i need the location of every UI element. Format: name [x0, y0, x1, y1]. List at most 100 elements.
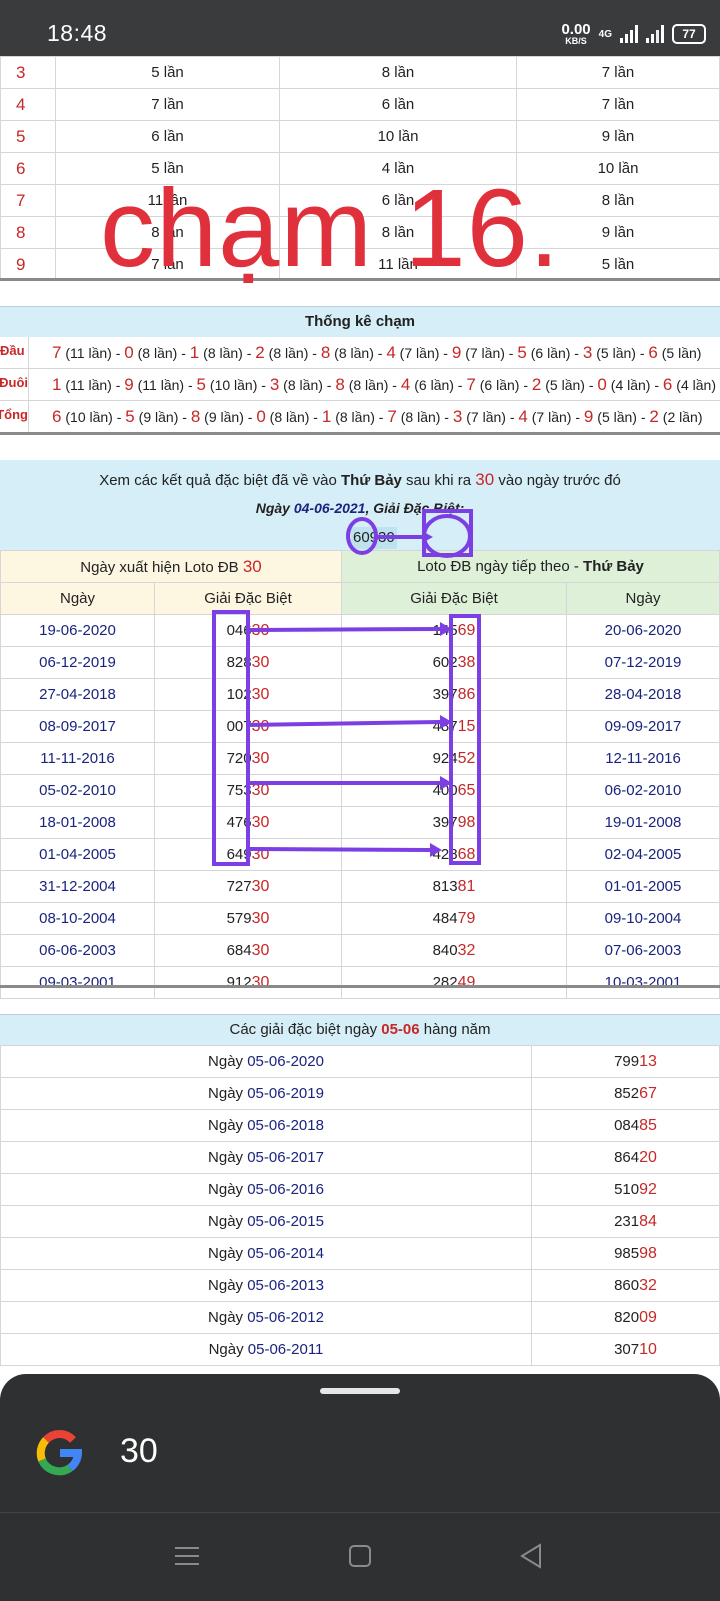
row-number: 6 — [0, 152, 56, 185]
right-group-header: Loto ĐB ngày tiếp theo - Thứ Bảy — [341, 550, 720, 583]
touch-count: 7 — [470, 409, 479, 425]
touch-digit: 4 — [386, 343, 396, 362]
signal-icon — [646, 25, 664, 43]
yearly-date: Ngày 05-06-2016 — [0, 1173, 532, 1206]
touch-digit: 4 — [400, 375, 411, 394]
count-cell: 7 lần — [516, 56, 720, 89]
column-header-date: Ngày — [566, 582, 720, 615]
touch-count: 8 — [353, 377, 362, 393]
touch-count: 7 — [536, 409, 545, 425]
back-icon[interactable] — [516, 1541, 546, 1571]
appear-date: 08-09-2017 — [0, 710, 155, 743]
search-query-text[interactable]: 30 — [120, 1432, 158, 1471]
next-date: 28-04-2018 — [566, 678, 720, 711]
web-page[interactable]: 35 lần 8 lần 7 lần 4 7 lần 6 lần 7 lần 5 6 lần 10… — [0, 56, 720, 1376]
appear-date: 31-12-2004 — [0, 870, 155, 903]
yearly-prize: 98598 — [531, 1237, 720, 1270]
touch-count: 8 — [274, 409, 283, 425]
next-date: 07-06-2003 — [566, 934, 720, 967]
next-prize: 14569 — [341, 614, 567, 647]
next-date: 01-01-2005 — [566, 870, 720, 903]
touch-count: 11 — [70, 377, 85, 393]
touch-digit: 8 — [320, 343, 331, 362]
count-cell: 6 lần — [55, 120, 280, 153]
row-number: 7 — [0, 184, 56, 217]
touch-digit: 0 — [597, 375, 607, 394]
appear-prize: 47630 — [154, 806, 342, 839]
status-bar: 18:48 0.00 KB/S 4G 77 — [0, 0, 720, 56]
touch-digit: 2 — [531, 375, 542, 394]
next-prize: 84032 — [341, 934, 567, 967]
home-icon[interactable] — [345, 1541, 375, 1571]
column-header-prize: Giải Đặc Biệt — [154, 582, 342, 615]
appear-prize: 57930 — [154, 902, 342, 935]
yearly-row: Ngày 05-06-2013 86032 — [0, 1269, 720, 1302]
next-prize: 42868 — [341, 838, 567, 871]
touch-count: 8 — [142, 345, 151, 361]
yearly-date: Ngày 05-06-2011 — [0, 1333, 532, 1366]
column-header-prize: Giải Đặc Biệt — [341, 582, 567, 615]
network-speed-value: 0.00 — [561, 21, 591, 38]
column-header-date: Ngày — [0, 582, 155, 615]
touch-digit: 0 — [124, 343, 134, 362]
appear-date: 11-11-2016 — [0, 742, 155, 775]
touch-stats-row: Tổng6 (10 lần) - 5 (9 lần) - 8 (9 lần) -… — [0, 401, 720, 433]
appear-date: 08-10-2004 — [0, 902, 155, 935]
appear-date: 06-12-2019 — [0, 646, 155, 679]
touch-count: 8 — [405, 409, 414, 425]
touch-count: 7 — [469, 345, 478, 361]
count-table-row: 56 lần 10 lần 9 lần — [0, 120, 720, 153]
yearly-row: Ngày 05-06-2016 51092 — [0, 1173, 720, 1206]
yearly-row: Ngày 05-06-2017 86420 — [0, 1141, 720, 1174]
row-number: 8 — [0, 216, 56, 249]
touch-stats-values: 1 (11 lần) - 9 (11 lần) - 5 (10 lần) - 3… — [52, 375, 716, 394]
result-row: 06-12-2019 82830 60238 07-12-2019 — [0, 646, 720, 679]
appear-date: 18-01-2008 — [0, 806, 155, 839]
touch-digit: 5 — [517, 343, 527, 362]
search-bottom-sheet[interactable]: 30 — [0, 1374, 720, 1512]
touch-digit: 7 — [387, 407, 397, 426]
touch-stats-row: Đuôi 1 (11 lần) - 9 (11 lần) - 5 (10 lần)… — [0, 369, 720, 401]
touch-count: 5 — [601, 409, 610, 425]
google-icon — [36, 1430, 82, 1476]
status-time: 18:48 — [47, 20, 108, 46]
next-date: 09-10-2004 — [566, 902, 720, 935]
touch-digit: 4 — [518, 407, 528, 426]
next-results-table: Ngày xuất hiện Loto ĐB 30 Loto ĐB ngày t… — [0, 550, 720, 999]
yearly-row: Ngày 05-06-2014 98598 — [0, 1237, 720, 1270]
special-prize-value: 60930 — [351, 527, 397, 549]
yearly-row: Ngày 05-06-2012 82009 — [0, 1301, 720, 1334]
touch-count: 4 — [615, 377, 624, 393]
recent-apps-icon[interactable] — [172, 1541, 202, 1571]
touch-count: 6 — [418, 377, 427, 393]
touch-digit: 8 — [190, 407, 201, 426]
next-prize: 60238 — [341, 646, 567, 679]
appear-date: 05-02-2010 — [0, 774, 155, 807]
yearly-prize: 82009 — [531, 1301, 720, 1334]
appear-prize: 82830 — [154, 646, 342, 679]
next-date: 02-04-2005 — [566, 838, 720, 871]
touch-digit: 9 — [583, 407, 594, 426]
signal-icon — [620, 25, 638, 43]
next-prize: 28249 — [341, 966, 567, 999]
result-row: 31-12-2004 72730 81381 01-01-2005 — [0, 870, 720, 903]
touch-count: 8 — [287, 377, 296, 393]
touch-digit: 6 — [648, 343, 658, 362]
row-number: 5 — [0, 120, 56, 153]
next-date: 09-09-2017 — [566, 710, 720, 743]
yearly-prize: 79913 — [531, 1045, 720, 1078]
appear-date: 09-03-2001 — [0, 966, 155, 999]
network-type-icon: 4G — [598, 28, 612, 40]
count-table-row: 35 lần 8 lần 7 lần — [0, 56, 720, 89]
battery-icon: 77 — [672, 24, 706, 44]
next-date: 20-06-2020 — [566, 614, 720, 647]
next-date: 07-12-2019 — [566, 646, 720, 679]
overlay-annotation-text: chạm 16. — [100, 167, 561, 290]
next-prize: 81381 — [341, 870, 567, 903]
drag-handle[interactable] — [320, 1388, 400, 1394]
touch-stats-row: Đầu 7 (11 lần) - 0 (8 lần) - 1 (8 lần) - … — [0, 337, 720, 369]
appear-prize: 10230 — [154, 678, 342, 711]
next-results-intro: Xem các kết quả đặc biệt đã về vào Thứ B… — [0, 460, 720, 550]
touch-count: 8 — [339, 409, 348, 425]
network-speed: 0.00 KB/S — [561, 22, 590, 46]
